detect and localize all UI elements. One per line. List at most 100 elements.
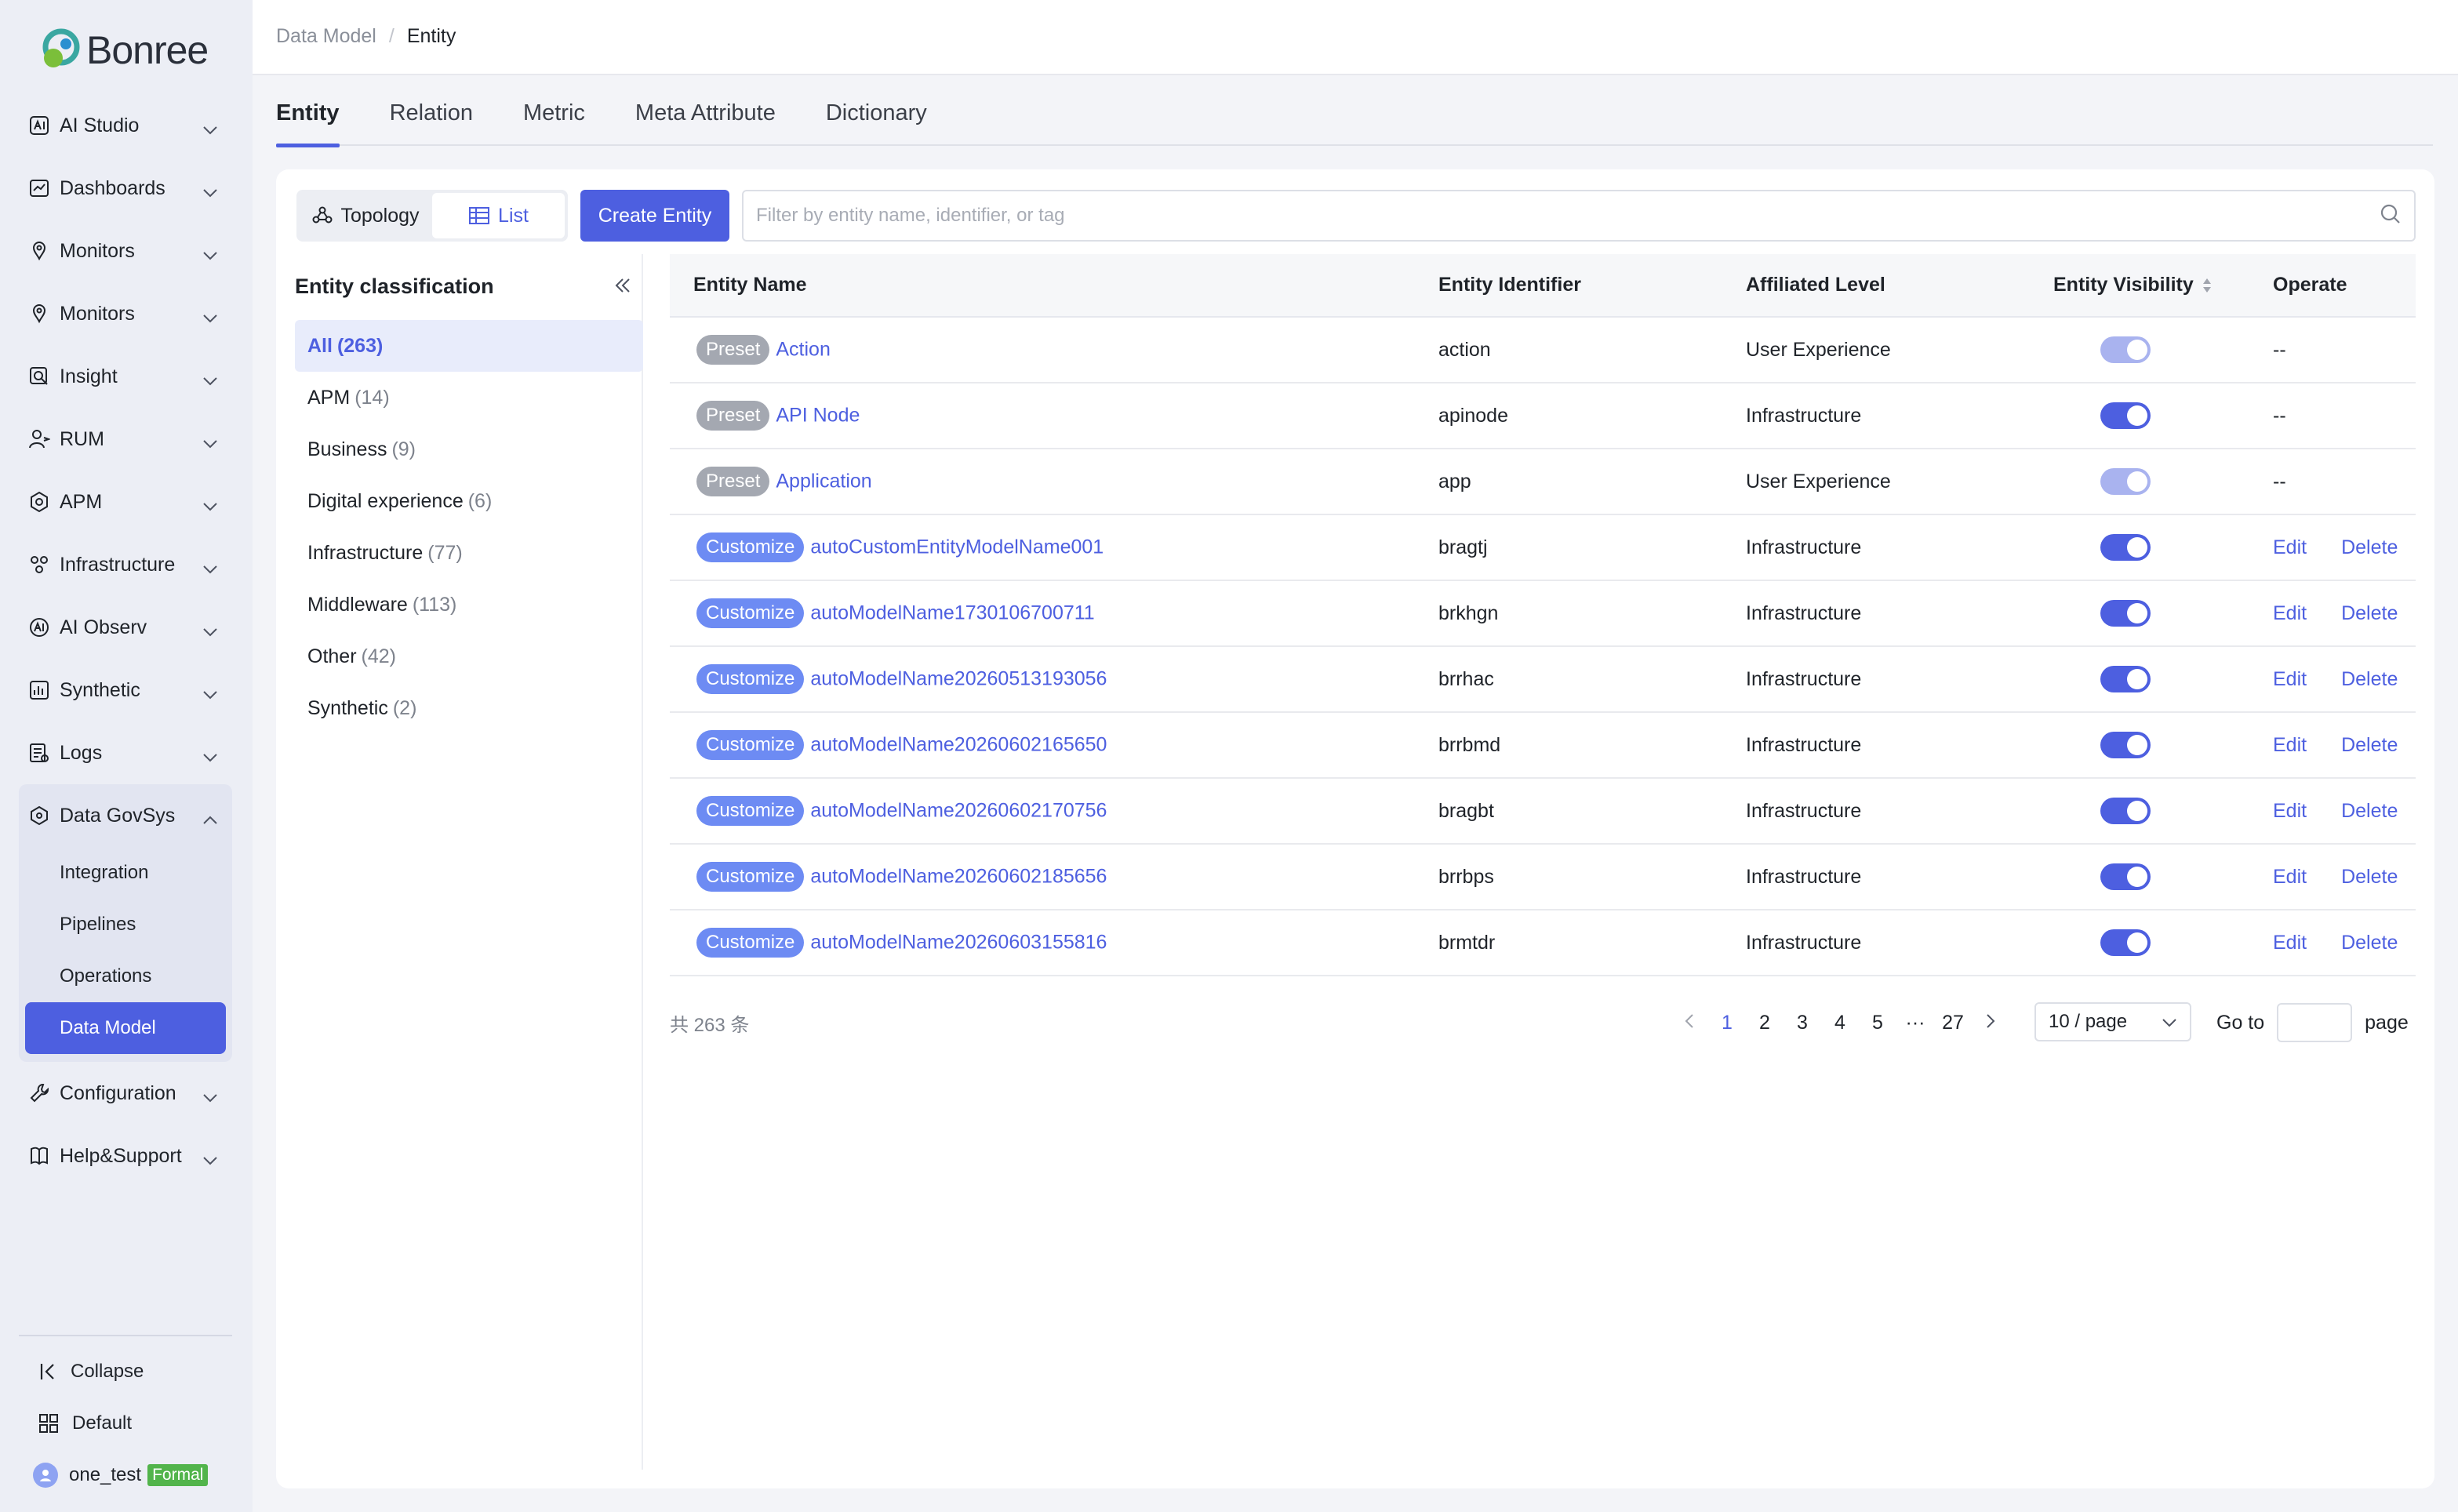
delete-button[interactable]: Delete	[2341, 800, 2398, 822]
visibility-toggle[interactable]	[2100, 534, 2151, 561]
visibility-toggle[interactable]	[2100, 666, 2151, 692]
page-4[interactable]: 4	[1821, 1012, 1859, 1034]
sidebar-subitem-pipelines[interactable]: Pipelines	[19, 899, 232, 950]
cell-entity-visibility	[2030, 910, 2249, 976]
sidebar-item-logs[interactable]: Logs	[19, 721, 232, 784]
page-27[interactable]: 27	[1934, 1012, 1972, 1034]
search-input[interactable]	[756, 205, 2380, 227]
classification-item-business[interactable]: Business (9)	[295, 423, 643, 475]
tab-entity[interactable]: Entity	[276, 100, 340, 147]
prev-page-button[interactable]	[1671, 1012, 1708, 1034]
classification-item-synthetic[interactable]: Synthetic (2)	[295, 682, 643, 734]
entity-name-link[interactable]: autoModelName20260603155816	[810, 932, 1107, 954]
classification-item-digital-experience[interactable]: Digital experience (6)	[295, 475, 643, 527]
sidebar-item-synthetic[interactable]: Synthetic	[19, 659, 232, 721]
edit-button[interactable]: Edit	[2273, 866, 2307, 888]
delete-button[interactable]: Delete	[2341, 668, 2398, 690]
tab-relation[interactable]: Relation	[390, 100, 473, 146]
sidebar-item-data-govsys[interactable]: Data GovSys	[19, 784, 232, 847]
sidebar-item-dashboards[interactable]: Dashboards	[19, 157, 232, 220]
sidebar-item-monitors[interactable]: Monitors	[19, 220, 232, 282]
cell-entity-identifier: bragtj	[1415, 514, 1722, 581]
workspace-switch[interactable]: Default	[19, 1398, 232, 1449]
classification-title: Entity classification	[295, 274, 494, 298]
entity-name-link[interactable]: autoModelName20260602170756	[810, 800, 1107, 822]
tab-meta-attribute[interactable]: Meta Attribute	[635, 100, 776, 146]
edit-button[interactable]: Edit	[2273, 800, 2307, 822]
view-topology-button[interactable]: Topology	[300, 193, 432, 238]
classification-count: (2)	[392, 696, 417, 719]
entity-name-link[interactable]: autoModelName20260602185656	[810, 866, 1107, 888]
sidebar-subitem-integration[interactable]: Integration	[19, 847, 232, 899]
sidebar-item-ai-studio[interactable]: AI Studio	[19, 94, 232, 157]
classification-item-middleware[interactable]: Middleware (113)	[295, 579, 643, 631]
visibility-toggle[interactable]	[2100, 929, 2151, 956]
visibility-toggle[interactable]	[2100, 402, 2151, 429]
tab-dictionary[interactable]: Dictionary	[826, 100, 927, 146]
entity-name-link[interactable]: autoModelName20260513193056	[810, 668, 1107, 690]
cell-affiliated-level: Infrastructure	[1722, 383, 2030, 449]
sidebar-item-configuration[interactable]: Configuration	[19, 1062, 232, 1125]
sidebar-subitem-operations[interactable]: Operations	[19, 950, 232, 1002]
delete-button[interactable]: Delete	[2341, 866, 2398, 888]
entity-name-link[interactable]: autoModelName1730106700711	[810, 602, 1094, 624]
visibility-toggle[interactable]	[2100, 600, 2151, 627]
visibility-toggle[interactable]	[2100, 798, 2151, 824]
user-profile[interactable]: one_test Formal	[19, 1449, 232, 1501]
brand-logo[interactable]: Bonree	[38, 24, 209, 77]
search-box	[742, 190, 2416, 242]
delete-button[interactable]: Delete	[2341, 602, 2398, 624]
page-1[interactable]: 1	[1708, 1012, 1746, 1034]
double-chevron-left-icon[interactable]	[613, 276, 632, 299]
classification-item-all[interactable]: All (263)	[295, 320, 643, 372]
page-size-select[interactable]: 10 / page	[2034, 1002, 2191, 1041]
sidebar-item-rum[interactable]: RUM	[19, 408, 232, 471]
next-page-button[interactable]	[1972, 1012, 2009, 1034]
classification-item-other[interactable]: Other (42)	[295, 631, 643, 682]
edit-button[interactable]: Edit	[2273, 734, 2307, 756]
edit-button[interactable]: Edit	[2273, 602, 2307, 624]
classification-item-infrastructure[interactable]: Infrastructure (77)	[295, 527, 643, 579]
sidebar-item-apm[interactable]: APM	[19, 471, 232, 533]
search-icon[interactable]	[2380, 203, 2402, 229]
entity-name-link[interactable]: Action	[776, 339, 830, 361]
page-2[interactable]: 2	[1746, 1012, 1784, 1034]
breadcrumb-parent[interactable]: Data Model	[276, 25, 376, 48]
tab-metric[interactable]: Metric	[523, 100, 585, 146]
edit-button[interactable]: Edit	[2273, 932, 2307, 954]
create-entity-button[interactable]: Create Entity	[580, 190, 729, 242]
chevron-down-icon	[202, 620, 218, 642]
collapse-button[interactable]: Collapse	[19, 1346, 232, 1398]
sidebar-item-insight[interactable]: Insight	[19, 345, 232, 408]
entity-name-link[interactable]: autoModelName20260602165650	[810, 734, 1107, 756]
sidebar-subitem-data-model[interactable]: Data Model	[25, 1002, 226, 1054]
sidebar-item-label: Monitors	[60, 302, 135, 325]
entity-type-tag: Customize	[696, 664, 805, 694]
delete-button[interactable]: Delete	[2341, 734, 2398, 756]
visibility-toggle[interactable]	[2100, 863, 2151, 890]
view-list-button[interactable]: List	[432, 193, 565, 238]
edit-button[interactable]: Edit	[2273, 536, 2307, 558]
sidebar-item-monitors[interactable]: Monitors	[19, 282, 232, 345]
entity-name-link[interactable]: autoCustomEntityModelName001	[810, 536, 1104, 558]
classification-item-apm[interactable]: APM (14)	[295, 372, 643, 423]
page-ellipsis[interactable]: ···	[1896, 1012, 1934, 1034]
sidebar-item-infrastructure[interactable]: Infrastructure	[19, 533, 232, 596]
delete-button[interactable]: Delete	[2341, 536, 2398, 558]
col-entity-visibility[interactable]: Entity Visibility	[2030, 254, 2249, 318]
sidebar-item-ai-observ[interactable]: AI Observ	[19, 596, 232, 659]
page-5[interactable]: 5	[1859, 1012, 1896, 1034]
col-entity-visibility-label: Entity Visibility	[2053, 274, 2194, 296]
delete-button[interactable]: Delete	[2341, 932, 2398, 954]
page-3[interactable]: 3	[1784, 1012, 1821, 1034]
entity-name-link[interactable]: Application	[776, 471, 871, 492]
sort-icon[interactable]	[2202, 277, 2213, 294]
edit-button[interactable]: Edit	[2273, 668, 2307, 690]
entity-name-link[interactable]: API Node	[776, 405, 860, 427]
cell-entity-name: Customize autoCustomEntityModelName001	[670, 514, 1415, 581]
monitor-icon	[28, 240, 50, 262]
visibility-toggle[interactable]	[2100, 732, 2151, 758]
sidebar-item-help-support[interactable]: Help&Support	[19, 1125, 232, 1187]
goto-page-input[interactable]	[2277, 1003, 2353, 1042]
cell-entity-name: Customize autoModelName1730106700711	[670, 580, 1415, 647]
